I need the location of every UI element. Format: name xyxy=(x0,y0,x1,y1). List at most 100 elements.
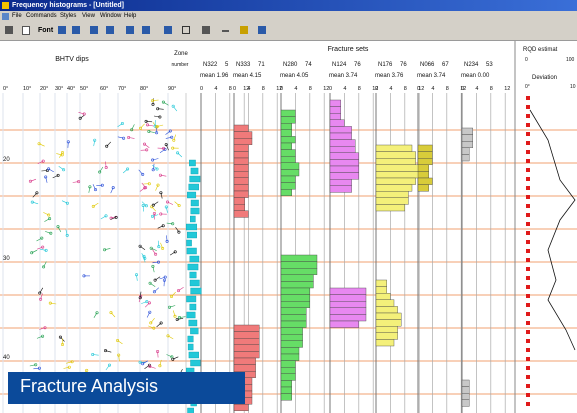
rqd-marker xyxy=(526,294,530,298)
histogram-plot: BHTV dips Zone number Fracture sets RQD … xyxy=(0,41,577,413)
plot-icon[interactable] xyxy=(140,24,152,38)
rqd-marker xyxy=(526,204,530,208)
layout-icon[interactable] xyxy=(70,24,82,38)
menu-file[interactable]: File xyxy=(12,11,22,22)
rqd-marker xyxy=(526,132,530,136)
dip-tail xyxy=(131,124,135,130)
font-button[interactable]: Font xyxy=(38,24,53,38)
style-icon[interactable] xyxy=(56,24,68,38)
histogram-bar xyxy=(280,314,307,322)
menubar: File Commands Styles View Window Help xyxy=(0,11,577,22)
set-scale-tick: 4 xyxy=(294,86,297,92)
histogram-bar xyxy=(280,334,303,342)
dip-tail xyxy=(44,218,50,222)
zoom-icon[interactable] xyxy=(200,24,212,38)
histogram-bar xyxy=(329,307,367,315)
toolbar: Font xyxy=(0,22,577,41)
histogram-bar xyxy=(417,164,430,172)
histogram-bar xyxy=(280,175,296,183)
menu-help[interactable]: Help xyxy=(124,11,136,22)
histogram-bar xyxy=(233,197,246,205)
dip-tail xyxy=(175,227,180,233)
histogram-bar xyxy=(461,140,474,148)
set-scale-tick: 8 xyxy=(404,86,407,92)
zone-bar xyxy=(190,167,199,175)
histogram-bar xyxy=(280,122,293,130)
dip-tick-label: 60° xyxy=(100,86,108,92)
histogram-bar xyxy=(417,144,433,152)
dip-tick-label: 30° xyxy=(55,86,63,92)
histogram-bar xyxy=(375,319,402,327)
menu-window[interactable]: Window xyxy=(100,11,121,22)
dip-tail xyxy=(93,312,98,318)
chart-icon[interactable] xyxy=(162,24,174,38)
zone-bar xyxy=(187,191,197,199)
set-scale-tick: 0 xyxy=(329,86,332,92)
histogram-bar xyxy=(329,320,359,328)
help-icon[interactable] xyxy=(238,24,250,38)
print-icon[interactable] xyxy=(3,24,15,38)
histogram-bar xyxy=(417,157,433,165)
histogram-bar xyxy=(280,393,293,401)
histogram-bar xyxy=(233,364,256,372)
set-scale-tick: 8 xyxy=(358,86,361,92)
histogram-bar xyxy=(375,306,398,314)
preview-icon[interactable] xyxy=(20,24,32,38)
dip-tail xyxy=(110,312,116,318)
zone-bar xyxy=(186,295,197,303)
dip-tick-label: 50° xyxy=(80,86,88,92)
zone-bar xyxy=(186,247,197,255)
dip-tick-label: 10° xyxy=(23,86,31,92)
rqd-title: RQD estimat xyxy=(523,47,558,53)
histogram-bar xyxy=(329,301,367,309)
histogram-bar xyxy=(280,307,307,315)
window-title: Frequency histograms - [Untitled] xyxy=(12,2,125,9)
histogram-bar xyxy=(417,177,433,185)
set-name: N280 xyxy=(283,62,298,68)
histogram-bar xyxy=(329,99,342,107)
histogram-bar xyxy=(280,386,293,394)
histogram-icon[interactable] xyxy=(88,24,100,38)
set-name: N176 xyxy=(378,62,393,68)
histogram-bar xyxy=(461,393,470,401)
close-icon[interactable] xyxy=(220,24,232,38)
histogram-bar xyxy=(233,203,246,211)
histogram-bar xyxy=(375,157,416,165)
set-scale-tick: 0 xyxy=(233,86,236,92)
dip-tail xyxy=(106,141,112,147)
set-mean: mean 4.15 xyxy=(233,73,262,79)
context-help-icon[interactable] xyxy=(256,24,268,38)
histogram-bar xyxy=(329,165,359,173)
dip-tail xyxy=(169,251,176,256)
set-scale-tick: 4 xyxy=(389,86,392,92)
table-icon[interactable] xyxy=(104,24,116,38)
headers: BHTV dips Zone number Fracture sets RQD … xyxy=(3,46,576,92)
dip-tail xyxy=(172,106,178,112)
zone-bar xyxy=(189,271,197,279)
histogram-bar xyxy=(329,139,356,147)
rqd-marker xyxy=(526,384,530,388)
caption-banner: Fracture Analysis xyxy=(8,372,245,404)
histogram-bar xyxy=(233,210,249,218)
histogram-bar xyxy=(329,172,359,180)
stats-icon[interactable] xyxy=(124,24,136,38)
histogram-bar xyxy=(329,294,367,302)
histogram-bar xyxy=(280,149,296,157)
menu-styles[interactable]: Styles xyxy=(60,11,76,22)
depth-label: 20 xyxy=(3,157,10,163)
set-scale-tick: 0 xyxy=(417,86,420,92)
set-count: 5 xyxy=(225,62,229,68)
zone-bar xyxy=(186,311,196,319)
depth-label: 40 xyxy=(3,355,10,361)
dip-tick-label: 90° xyxy=(168,86,176,92)
menu-commands[interactable]: Commands xyxy=(26,11,57,22)
dip-tail xyxy=(146,312,151,318)
histogram-bar xyxy=(280,301,310,309)
set-scale-tick: 4 xyxy=(247,86,250,92)
grid-icon[interactable] xyxy=(180,24,192,38)
zone-bar xyxy=(189,279,200,287)
menu-view[interactable]: View xyxy=(82,11,95,22)
rqd-marker xyxy=(526,123,530,127)
deviation-max: 10 xyxy=(570,84,576,90)
histogram-bar xyxy=(233,404,249,412)
